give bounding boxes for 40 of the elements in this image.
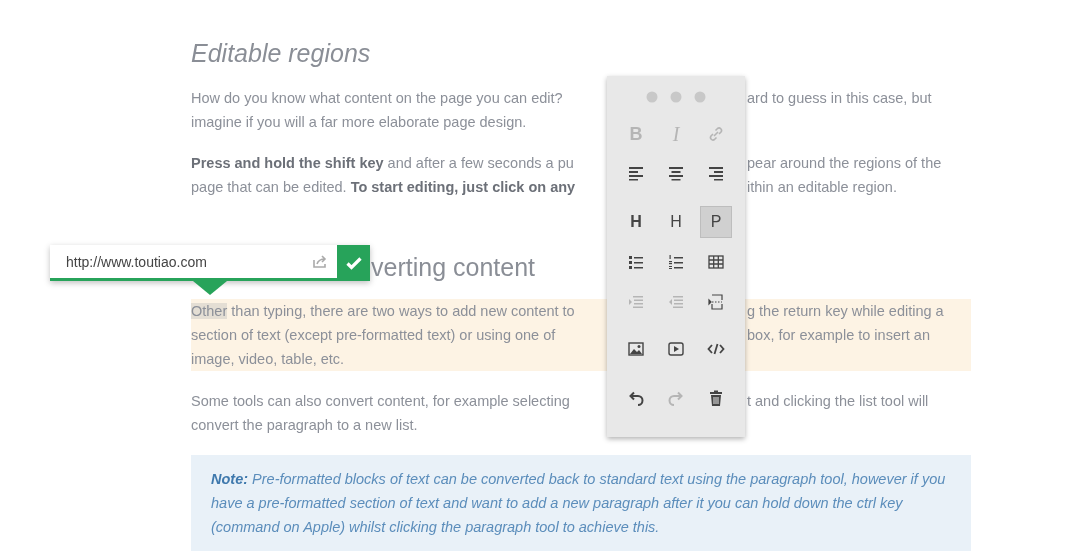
undo-icon — [627, 389, 645, 407]
url-field[interactable]: http://www.toutiao.com — [50, 245, 312, 278]
align-right-icon — [707, 164, 725, 182]
paragraph-text: t and clicking the list tool will — [747, 392, 929, 411]
paragraph-text: g the return key while editing a — [747, 302, 944, 321]
confirm-button[interactable] — [337, 245, 370, 281]
paragraph-text: convert the paragraph to a new list. — [191, 416, 418, 435]
paragraph-text: box, for example to insert an — [747, 326, 930, 345]
table-icon — [707, 253, 725, 271]
redo-icon — [667, 389, 685, 407]
drag-handle-icon[interactable] — [646, 91, 706, 103]
paragraph-text: imagine if you will a far more elaborate page design. — [191, 113, 527, 132]
align-left-icon — [627, 164, 645, 182]
paragraph-text: section of text (except pre-formatted text) or using one of — [191, 326, 556, 345]
link-icon — [707, 125, 725, 143]
paragraph-tool[interactable]: P — [700, 206, 732, 238]
subheading-tool[interactable]: H — [660, 206, 692, 238]
numbered-list-icon — [667, 253, 685, 271]
paragraph-text: ard to guess in this case, but — [747, 89, 932, 108]
note-text: Note: Pre-formatted blocks of text can be converted back to standard text using the paragraph tool, however if you have a pre-formatted section of text and want to add a new paragraph after it you can hold down the ctrl key (command on Apple) whilst clicking the paragraph tool to achieve this. — [211, 470, 947, 537]
paragraph-text: ithin an editable region. — [747, 178, 897, 197]
paragraph-text: Press and hold the shift key and after a few seconds a pu — [191, 154, 574, 173]
paragraph-text: How do you know what content on the page you can edit? — [191, 89, 563, 108]
heading-tool[interactable]: H — [620, 206, 652, 238]
trash-icon — [707, 389, 725, 407]
section-heading: Editable regions — [191, 38, 371, 68]
paragraph-text: Some tools can also convert content, for example selecting — [191, 392, 570, 411]
line-break-icon — [707, 293, 725, 311]
paragraph-text: pear around the regions of the — [747, 154, 942, 173]
bullet-list-icon — [627, 253, 645, 271]
paragraph-text: page that can be edited. To start editing, just click on any — [191, 178, 576, 197]
paragraph-text: Other than typing, there are two ways to add new content to — [191, 302, 575, 321]
align-center-icon — [667, 164, 685, 182]
image-icon — [627, 340, 645, 358]
video-icon — [667, 340, 685, 358]
paragraph-text: image, video, table, etc. — [191, 350, 345, 369]
indent-icon — [627, 293, 645, 311]
unindent-icon — [667, 293, 685, 311]
section-heading: verting content — [371, 252, 535, 282]
check-icon — [345, 256, 362, 270]
